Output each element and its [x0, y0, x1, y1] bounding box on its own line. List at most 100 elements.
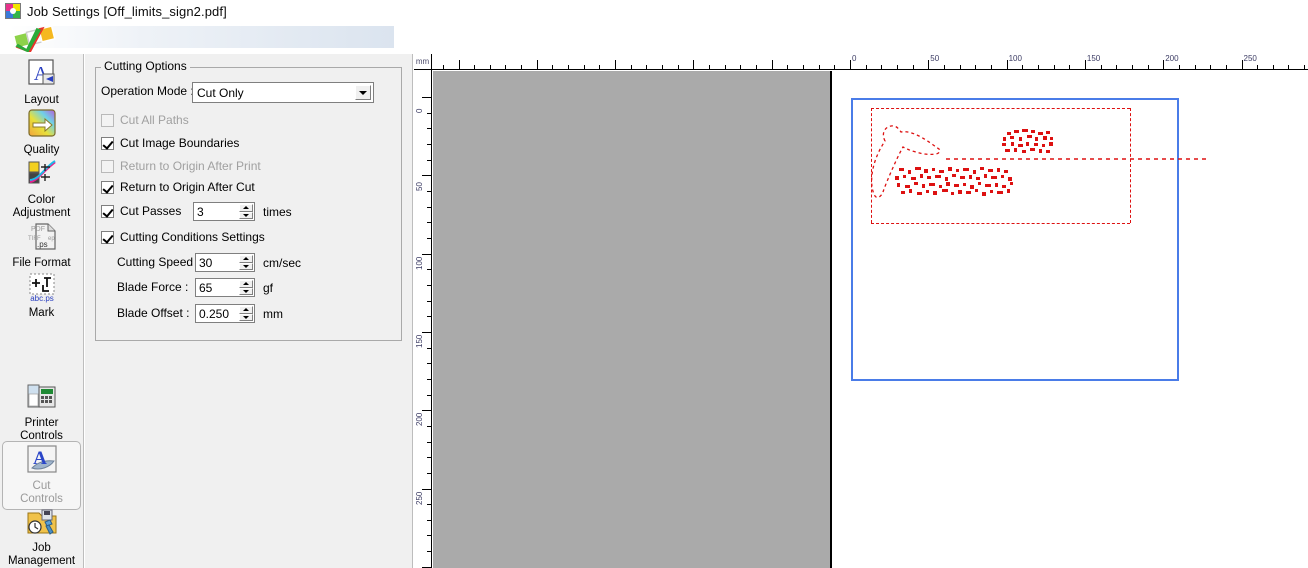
cut-bbox-top: [871, 108, 1130, 109]
ruler-tick-major: [771, 60, 773, 69]
cutting-speed-label: Cutting Speed :: [117, 255, 200, 269]
sidebar-item-quality[interactable]: Quality: [2, 106, 81, 160]
ruler-tick-minor: [442, 65, 444, 69]
ruler-tick-minor: [427, 425, 431, 427]
blade-offset-stepper-buttons[interactable]: [239, 306, 253, 321]
blade-offset-label: Blade Offset :: [117, 306, 190, 320]
cut-passes-unit: times: [263, 204, 292, 219]
return-origin-after-cut-label: Return to Origin After Cut: [120, 180, 255, 194]
ruler-tick-minor: [427, 363, 431, 365]
ruler-label: 50: [930, 54, 940, 63]
ruler-label: 150: [1086, 54, 1101, 63]
cut-passes-label: Cut Passes: [120, 204, 182, 218]
blade-force-field-row: 65 gf: [195, 278, 273, 297]
ruler-tick-minor: [583, 65, 585, 69]
operation-mode-row: Operation Mode :: [101, 84, 194, 98]
horizontal-ruler: 0 50 100 150 200 250: [432, 54, 1308, 70]
svg-text:.ps: .ps: [37, 240, 48, 249]
stepper-up-icon[interactable]: [239, 306, 253, 314]
cut-controls-icon: A: [24, 444, 60, 478]
sidebar-item-file-format[interactable]: PDF TIFF ep .ps File Format: [2, 219, 81, 273]
sidebar-item-job-management[interactable]: Job Management: [2, 504, 81, 568]
sidebar-item-cut-controls[interactable]: A Cut Controls: [2, 441, 81, 510]
stepper-down-icon[interactable]: [239, 287, 253, 295]
preview-plot[interactable]: [433, 71, 1308, 568]
ruler-tick-major: [422, 175, 431, 177]
sidebar-item-mark[interactable]: abc.ps Mark: [2, 269, 81, 323]
return-origin-after-print-row[interactable]: Return to Origin After Print: [101, 159, 261, 173]
ruler-tick-minor: [568, 65, 570, 69]
svg-text:abc.ps: abc.ps: [30, 294, 54, 303]
ruler-tick-minor: [677, 65, 679, 69]
cut-all-paths-row[interactable]: Cut All Paths: [101, 113, 189, 127]
svg-text:PDF: PDF: [31, 226, 45, 233]
ruler-tick-minor: [427, 504, 431, 506]
operation-mode-value: Cut Only: [197, 85, 244, 100]
stepper-up-icon[interactable]: [239, 255, 253, 263]
ruler-tick-minor: [1194, 65, 1196, 69]
return-origin-after-cut-checkbox[interactable]: [101, 180, 114, 194]
mark-icon: abc.ps: [24, 271, 60, 305]
ruler-tick-minor: [865, 65, 867, 69]
cut-bbox-bottom: [871, 223, 1130, 224]
blade-force-stepper[interactable]: 65: [195, 278, 255, 297]
ruler-tick-minor: [427, 237, 431, 239]
cut-image-boundaries-checkbox[interactable]: [101, 136, 114, 150]
cutting-speed-row: Cutting Speed :: [117, 255, 200, 269]
ruler-tick-minor: [756, 65, 758, 69]
return-origin-after-cut-row[interactable]: Return to Origin After Cut: [101, 180, 255, 194]
cut-image-boundaries-row[interactable]: Cut Image Boundaries: [101, 136, 239, 150]
blade-force-row: Blade Force :: [117, 280, 188, 294]
ruler-tick-major: [536, 60, 538, 69]
ruler-tick-minor: [427, 222, 431, 224]
ruler-label: 250: [415, 491, 424, 505]
blade-force-unit: gf: [263, 280, 274, 295]
cutting-speed-stepper-buttons[interactable]: [239, 255, 253, 270]
cutting-conditions-settings-row[interactable]: Cutting Conditions Settings: [101, 230, 265, 244]
ruler-label: 200: [1165, 54, 1179, 63]
stepper-down-icon[interactable]: [239, 262, 253, 270]
preview-canvas-area[interactable]: mm 0 50 100 150 200 250 0 50 100 150 200 250: [414, 54, 1308, 568]
app-color-wheel-icon: [5, 3, 21, 19]
blade-offset-stepper[interactable]: 0.250: [195, 304, 255, 323]
ruler-tick-minor: [959, 65, 961, 69]
ruler-tick-minor: [1053, 65, 1055, 69]
cutting-options-group-title: Cutting Options: [101, 60, 190, 73]
cut-all-paths-checkbox[interactable]: [101, 113, 114, 127]
ruler-tick-minor: [1037, 65, 1039, 69]
ruler-tick-minor: [630, 65, 632, 69]
stepper-up-icon[interactable]: [239, 204, 253, 212]
ruler-tick-minor: [1304, 65, 1306, 69]
return-origin-after-print-checkbox[interactable]: [101, 159, 114, 173]
cut-passes-stepper-buttons[interactable]: [239, 204, 253, 219]
operation-mode-label: Operation Mode :: [101, 84, 194, 98]
ruler-tick-major: [458, 60, 460, 69]
ruler-tick-minor: [552, 65, 554, 69]
chevron-down-icon[interactable]: [355, 85, 371, 100]
blade-force-stepper-buttons[interactable]: [239, 280, 253, 295]
stepper-down-icon[interactable]: [239, 211, 253, 219]
ruler-tick-major: [1084, 60, 1086, 69]
cut-passes-row[interactable]: Cut Passes: [101, 204, 181, 218]
cut-bounding-box: [871, 108, 1131, 224]
ruler-tick-minor: [1225, 65, 1227, 69]
ruler-tick-minor: [646, 65, 648, 69]
cutting-speed-stepper[interactable]: 30: [195, 253, 255, 272]
ruler-tick-minor: [427, 441, 431, 443]
sidebar-item-color-adjustment[interactable]: Color Adjustment: [2, 156, 81, 223]
cutting-conditions-settings-checkbox[interactable]: [101, 230, 114, 244]
operation-mode-select[interactable]: Cut Only: [192, 82, 374, 103]
ruler-tick-minor: [709, 65, 711, 69]
stepper-up-icon[interactable]: [239, 280, 253, 288]
ruler-label: 200: [415, 412, 424, 427]
cutting-speed-field-row: 30 cm/sec: [195, 253, 301, 272]
return-origin-after-print-label: Return to Origin After Print: [120, 159, 261, 173]
cut-passes-checkbox[interactable]: [101, 204, 114, 218]
brand-check-squares-logo: [12, 25, 56, 52]
sidebar-item-printer-controls[interactable]: Printer Controls: [2, 379, 81, 446]
sidebar-item-layout[interactable]: A Layout: [2, 56, 81, 110]
cut-passes-stepper[interactable]: 3: [193, 202, 255, 221]
stepper-down-icon[interactable]: [239, 313, 253, 321]
ruler-tick-major: [693, 60, 695, 69]
ruler-tick-minor: [474, 65, 476, 69]
